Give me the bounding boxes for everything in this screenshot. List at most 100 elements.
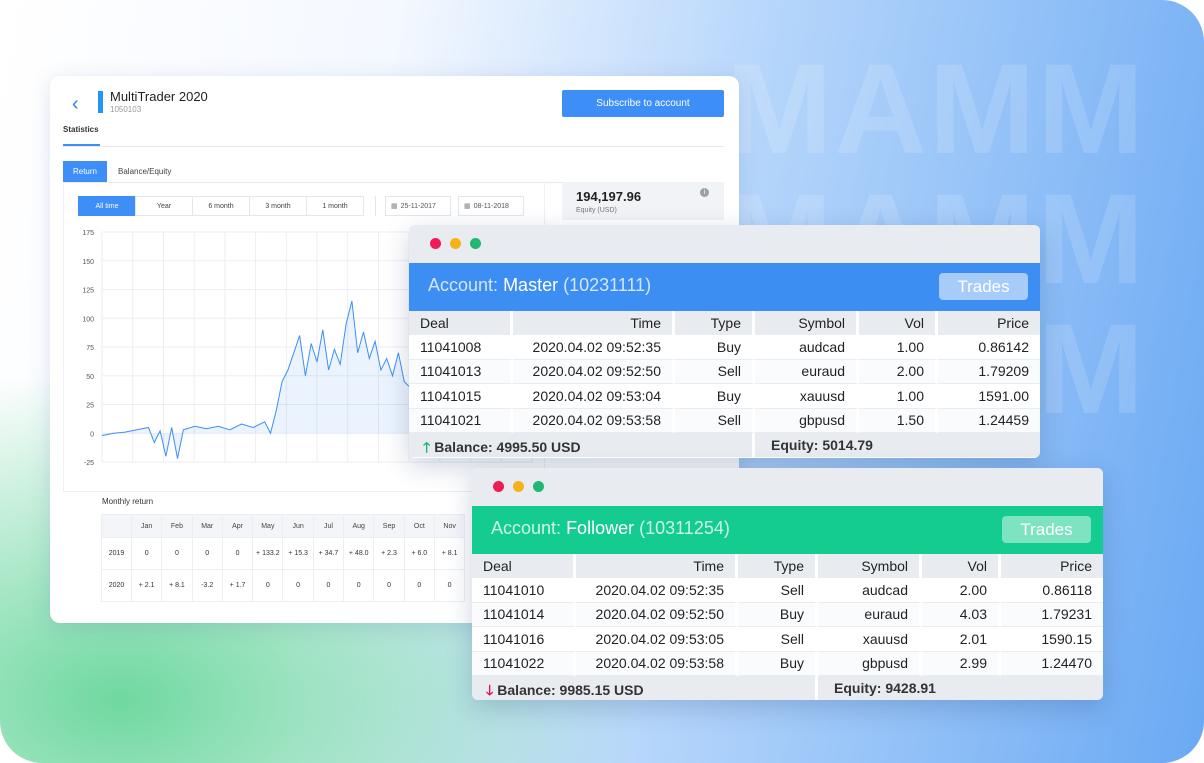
price-cell: 1.24459	[938, 408, 1040, 433]
maximize-window-icon[interactable]	[533, 481, 544, 492]
equity-label: Equity (USD)	[576, 207, 617, 214]
close-window-icon[interactable]	[430, 238, 441, 249]
info-icon[interactable]: i	[700, 188, 709, 197]
master-trades-table: Deal Time Type Symbol Vol Price 11041008…	[409, 311, 1040, 433]
account-name: MultiTrader 2020	[110, 89, 208, 104]
divider	[752, 433, 755, 457]
table-row[interactable]: 11041015 2020.04.02 09:53:04 Buy xauusd …	[409, 384, 1040, 409]
deal-cell: 11041016	[472, 627, 576, 652]
arrow-down-icon: 🡓	[486, 682, 494, 698]
time-cell: 2020.04.02 09:52:50	[576, 602, 738, 627]
symbol-cell: euraud	[818, 602, 922, 627]
vol-cell: 1.00	[859, 335, 938, 360]
account-id: 1050103	[110, 105, 142, 114]
price-cell: 1.79209	[938, 359, 1040, 384]
table-row[interactable]: 11041013 2020.04.02 09:52:50 Sell euraud…	[409, 359, 1040, 384]
close-window-icon[interactable]	[493, 481, 504, 492]
account-title-label: Account:	[491, 518, 562, 538]
month-cell: 0	[221, 537, 254, 570]
month-header: Jul	[312, 514, 345, 538]
column-header-type: Type	[738, 554, 818, 578]
column-header-symbol: Symbol	[818, 554, 922, 578]
trades-button[interactable]: Trades	[939, 273, 1028, 300]
deal-cell: 11041022	[472, 651, 576, 676]
month-cell: + 1.7	[221, 569, 254, 602]
range-1-month[interactable]: 1 month	[306, 196, 364, 216]
table-header-row: Deal Time Type Symbol Vol Price	[472, 554, 1103, 578]
time-cell: 2020.04.02 09:53:05	[576, 627, 738, 652]
account-summary-bar: 🡑 Balance: 4995.50 USD Equity: 5014.79	[409, 433, 1040, 457]
minimize-window-icon[interactable]	[450, 238, 461, 249]
date-from-field[interactable]: ▦ 25-11-2017	[385, 196, 451, 216]
divider	[375, 196, 376, 216]
watermark-text: MAMM	[725, 38, 1146, 181]
month-header: Aug	[343, 514, 375, 538]
account-title-label: Account:	[428, 275, 499, 295]
month-cell: + 2.1	[130, 569, 163, 602]
window-titlebar	[409, 225, 1040, 263]
maximize-window-icon[interactable]	[470, 238, 481, 249]
subscribe-button[interactable]: Subscribe to account	[562, 90, 724, 117]
range-6-month[interactable]: 6 month	[192, 196, 250, 216]
table-row[interactable]: 11041008 2020.04.02 09:52:35 Buy audcad …	[409, 335, 1040, 360]
y-tick-label: 75	[86, 345, 94, 352]
account-role: Follower	[566, 518, 635, 538]
range-year[interactable]: Year	[135, 196, 193, 216]
month-cell: + 48.0	[343, 537, 375, 570]
price-cell: 1590.15	[1001, 627, 1103, 652]
column-header-time: Time	[513, 311, 675, 335]
y-tick-label: 0	[90, 431, 94, 438]
month-cell: + 6.0	[403, 537, 435, 570]
tab-balance-equity[interactable]: Balance/Equity	[118, 167, 171, 176]
month-cell: + 8.1	[161, 569, 193, 602]
monthly-return-title: Monthly return	[102, 497, 154, 506]
time-cell: 2020.04.02 09:53:58	[576, 651, 738, 676]
table-row[interactable]: 11041021 2020.04.02 09:53:58 Sell gbpusd…	[409, 408, 1040, 433]
vol-cell: 2.99	[922, 651, 1001, 676]
table-row: 2019 0 0 0 0 + 133.2 + 15.3 + 34.7 + 48.…	[101, 537, 466, 570]
table-row[interactable]: 11041014 2020.04.02 09:52:50 Buy euraud …	[472, 602, 1103, 627]
date-to-field[interactable]: ▦ 08-11-2018	[458, 196, 524, 216]
type-cell: Sell	[675, 408, 755, 433]
year-cell: 2019	[101, 537, 132, 570]
range-3-month[interactable]: 3 month	[249, 196, 307, 216]
month-cell: 0	[282, 569, 314, 602]
account-header: Account: Master (10231111) Trades	[409, 263, 1040, 311]
year-cell: 2020	[101, 569, 132, 602]
time-cell: 2020.04.02 09:52:35	[513, 335, 675, 360]
symbol-cell: audcad	[755, 335, 859, 360]
arrow-up-icon: 🡑	[423, 439, 431, 455]
trades-button[interactable]: Trades	[1002, 516, 1091, 543]
range-selector: All time Year 6 month 3 month 1 month	[78, 196, 364, 216]
monthly-return-table: Jan Feb Mar Apr May Jun Jul Aug Sep Oct …	[101, 514, 466, 602]
month-header: Mar	[191, 514, 223, 538]
table-corner	[101, 514, 132, 538]
range-all-time[interactable]: All time	[78, 196, 136, 216]
balance-text: Balance: 9985.15 USD	[497, 682, 644, 698]
time-cell: 2020.04.02 09:52:35	[576, 578, 738, 603]
month-cell: + 15.3	[282, 537, 314, 570]
back-arrow-icon[interactable]: ‹	[72, 93, 79, 116]
month-cell: + 8.1	[433, 537, 466, 570]
column-header-vol: Vol	[859, 311, 938, 335]
symbol-cell: gbpusd	[755, 408, 859, 433]
vol-cell: 1.50	[859, 408, 938, 433]
month-header: Sep	[373, 514, 405, 538]
price-cell: 0.86118	[1001, 578, 1103, 603]
symbol-cell: xauusd	[755, 384, 859, 409]
y-tick-label: 125	[82, 288, 94, 295]
account-title: Account: Master (10231111)	[428, 275, 651, 296]
tab-return[interactable]: Return	[63, 161, 107, 182]
month-cell: + 2.3	[373, 537, 405, 570]
table-row[interactable]: 11041022 2020.04.02 09:53:58 Buy gbpusd …	[472, 651, 1103, 676]
symbol-cell: gbpusd	[818, 651, 922, 676]
table-row[interactable]: 11041010 2020.04.02 09:52:35 Sell audcad…	[472, 578, 1103, 603]
calendar-icon: ▦	[464, 203, 471, 210]
month-header: Nov	[433, 514, 466, 538]
table-row[interactable]: 11041016 2020.04.02 09:53:05 Sell xauusd…	[472, 627, 1103, 652]
price-cell: 1.79231	[1001, 602, 1103, 627]
deal-cell: 11041010	[472, 578, 576, 603]
minimize-window-icon[interactable]	[513, 481, 524, 492]
tab-statistics[interactable]: Statistics	[63, 125, 99, 134]
vol-cell: 2.00	[922, 578, 1001, 603]
